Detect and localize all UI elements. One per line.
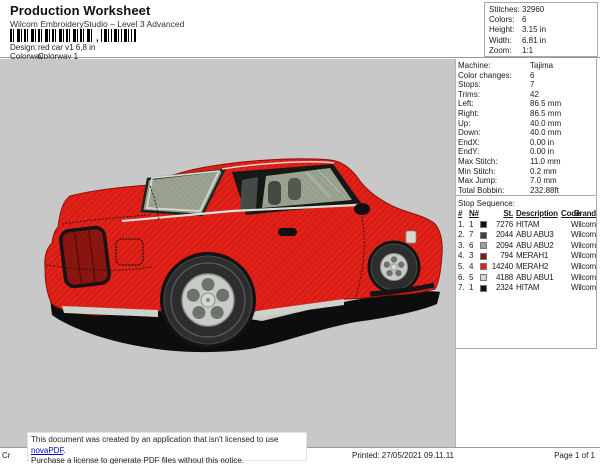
total-bobbin-value: 232.88ft [530, 186, 559, 195]
table-row: 6.54188ABU ABU1Wilcom [456, 273, 596, 284]
front-wheel [371, 244, 417, 290]
height-value: 3.15 in [522, 25, 546, 34]
barcode-bars-left [10, 29, 94, 42]
rear-wheel [164, 256, 252, 344]
machine-label: Machine: [458, 61, 490, 70]
notice-line1-post: . [63, 446, 65, 455]
barcode-bars-right [101, 29, 136, 42]
col-num: # [458, 209, 467, 218]
color-changes-value: 6 [530, 71, 534, 80]
table-row: 4.3794MERAH1Wilcom [456, 251, 596, 262]
height-label: Height: [489, 25, 514, 34]
up-label: Up: [458, 119, 470, 128]
down-value: 40.0 mm [530, 128, 561, 137]
summary-row-width: Width: 6.81 in [485, 36, 597, 46]
width-label: Width: [489, 36, 512, 45]
page-title: Production Worksheet [10, 3, 150, 18]
right-panel: Machine: Tajima Color changes: 6 Stops: 7 T… [456, 59, 600, 447]
colors-label: Colors: [489, 15, 514, 24]
zoom-value: 1:1 [522, 46, 533, 55]
right-label: Right: [458, 109, 479, 118]
stops-value: 7 [530, 80, 534, 89]
barcode-separator: , [96, 36, 99, 42]
endx-label: EndX: [458, 138, 480, 147]
endx-value: 0.00 in [530, 138, 554, 147]
total-bobbin-label: Total Bobbin: [458, 186, 504, 195]
endy-value: 0.00 in [530, 147, 554, 156]
taillight [60, 227, 110, 288]
stitches-label: Stitches: [489, 5, 520, 14]
notice-line2: Purchase a license to generate PDF files… [31, 456, 244, 464]
novapdf-notice: This document was created by an applicat… [27, 432, 307, 461]
seat-silhouette [288, 178, 301, 200]
trims-value: 42 [530, 90, 539, 99]
max-jump-value: 7.0 mm [530, 176, 557, 185]
left-value: 86.5 mm [530, 99, 561, 108]
page-number: Page 1 of 1 [554, 451, 595, 460]
color-changes-label: Color changes: [458, 71, 512, 80]
zoom-label: Zoom: [489, 46, 512, 55]
trims-label: Trims: [458, 90, 480, 99]
up-value: 40.0 mm [530, 119, 561, 128]
stitches-value: 32960 [522, 5, 544, 14]
table-row: 3.62094ABU ABU2Wilcom [456, 241, 596, 252]
side-mirror [354, 203, 370, 215]
width-value: 6.81 in [522, 36, 546, 45]
colors-value: 6 [522, 15, 526, 24]
down-label: Down: [458, 128, 481, 137]
footer-left-partial: Cr [2, 451, 10, 460]
notice-line1-pre: This document was created by an applicat… [31, 435, 278, 444]
col-brand: Brand [570, 209, 596, 218]
table-row: 2.72044ABU ABU3Wilcom [456, 230, 596, 241]
summary-row-height: Height: 3.15 in [485, 25, 597, 35]
table-row: 5.414240MERAH2Wilcom [456, 262, 596, 273]
design-summary-box: Stitches: 32960 Colors: 6 Height: 3.15 i… [484, 2, 598, 57]
left-label: Left: [458, 99, 474, 108]
right-value: 86.5 mm [530, 109, 561, 118]
table-row: 1.17276HITAMWilcom [456, 220, 596, 231]
col-description: Description [516, 209, 562, 218]
stop-sequence-box: Stop Sequence: # N# St. Description Code… [456, 197, 597, 349]
door-handle [278, 228, 297, 236]
stops-label: Stops: [458, 80, 481, 89]
design-barcode-icon: , [10, 29, 136, 42]
max-stitch-label: Max Stitch: [458, 157, 498, 166]
novapdf-link[interactable]: novaPDF [31, 446, 63, 455]
stop-sequence-header: # N# St. Description Code Brand [456, 209, 596, 220]
printed-timestamp: Printed: 27/05/2021 09.11.11 [352, 451, 454, 460]
machine-info-box: Machine: Tajima Color changes: 6 Stops: 7 T… [456, 59, 597, 196]
machine-value: Tajima [530, 61, 553, 70]
summary-row-colors: Colors: 6 [485, 15, 597, 25]
design-canvas [0, 59, 456, 447]
endy-label: EndY: [458, 147, 479, 156]
summary-row-stitches: Stitches: 32960 [485, 5, 597, 15]
seat-silhouette [268, 181, 281, 205]
front-marker-light [406, 231, 416, 243]
table-row: 7.12324HITAMWilcom [456, 283, 596, 294]
stop-sequence-title: Stop Sequence: [458, 199, 596, 209]
col-st: St. [486, 209, 513, 218]
max-stitch-value: 11.0 mm [530, 157, 561, 166]
app-name-subtitle: Wilcom EmbroideryStudio – Level 3 Advanc… [10, 19, 184, 29]
car-artwork [0, 59, 456, 447]
min-stitch-value: 0.2 mm [530, 167, 557, 176]
min-stitch-label: Min Stitch: [458, 167, 495, 176]
max-jump-label: Max Jump: [458, 176, 497, 185]
summary-row-zoom: Zoom: 1:1 [485, 46, 597, 56]
production-worksheet-page: Production Worksheet Wilcom EmbroiderySt… [0, 0, 600, 464]
col-n: N# [469, 209, 479, 218]
worksheet-header: Production Worksheet Wilcom EmbroiderySt… [0, 0, 600, 58]
